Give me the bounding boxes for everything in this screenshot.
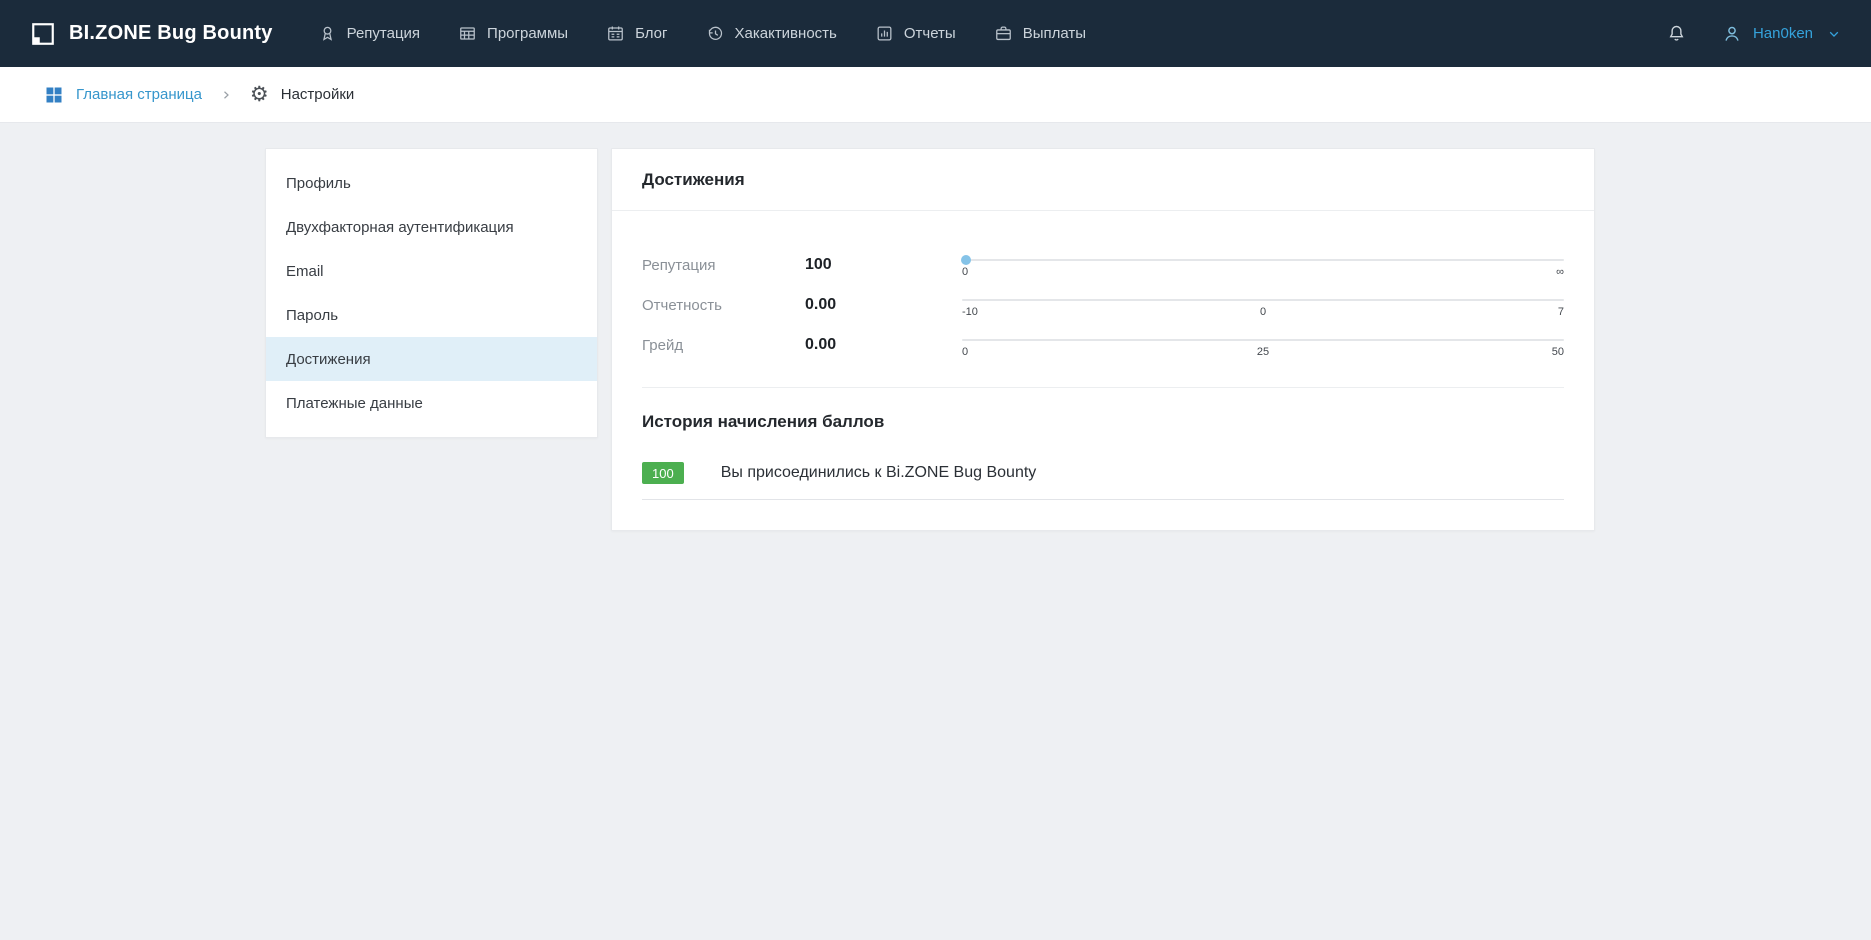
settings-nav-item-profile[interactable]: Профиль bbox=[266, 161, 597, 205]
hacktivity-icon bbox=[706, 24, 725, 43]
settings-nav-item-email[interactable]: Email bbox=[266, 249, 597, 293]
slider-scale: 0 ∞ bbox=[962, 266, 1564, 278]
nav-item-label: Репутация bbox=[347, 25, 420, 42]
settings-nav-item-label: Email bbox=[286, 263, 324, 280]
settings-nav-item-password[interactable]: Пароль bbox=[266, 293, 597, 337]
slider-track bbox=[962, 299, 1564, 301]
settings-nav-item-label: Пароль bbox=[286, 307, 338, 324]
nav-item-reports[interactable]: Отчеты bbox=[856, 0, 975, 67]
scale-max: ∞ bbox=[1556, 266, 1564, 278]
slider-scale: 0 25 50 bbox=[962, 346, 1564, 358]
scale-mid: 25 bbox=[1257, 346, 1269, 358]
home-grid-icon bbox=[44, 85, 64, 105]
settings-nav-item-label: Профиль bbox=[286, 175, 351, 192]
user-menu[interactable]: Han0ken bbox=[1721, 23, 1841, 45]
settings-nav-item-label: Платежные данные bbox=[286, 395, 423, 412]
metric-row-grade: Грейд 0.00 0 25 50 bbox=[642, 325, 1564, 365]
main-content: Профиль Двухфакторная аутентификация Ema… bbox=[0, 123, 1871, 531]
navbar-right: Han0ken bbox=[1662, 19, 1841, 48]
nav-item-label: Хакактивность bbox=[735, 25, 837, 42]
metric-value: 0.00 bbox=[805, 296, 962, 314]
gear-icon: ⚙ bbox=[250, 84, 269, 105]
reputation-slider: 0 ∞ bbox=[962, 253, 1564, 278]
scale-min: 0 bbox=[962, 346, 968, 358]
metric-row-reputation: Репутация 100 0 ∞ bbox=[642, 245, 1564, 285]
reporting-slider: -10 0 7 bbox=[962, 293, 1564, 318]
main-nav: Репутация Программы Блог bbox=[299, 0, 1105, 67]
points-history-section: История начисления баллов 100 Вы присоед… bbox=[642, 387, 1564, 500]
settings-nav-item-label: Достижения bbox=[286, 351, 371, 368]
chevron-down-icon bbox=[1827, 27, 1841, 41]
user-name: Han0ken bbox=[1753, 25, 1813, 42]
settings-nav-item-achievements[interactable]: Достижения bbox=[266, 337, 597, 381]
settings-nav-item-2fa[interactable]: Двухфакторная аутентификация bbox=[266, 205, 597, 249]
points-badge: 100 bbox=[642, 462, 684, 484]
history-entry: 100 Вы присоединились к Bi.ZONE Bug Boun… bbox=[642, 462, 1564, 500]
slider-track bbox=[962, 259, 1564, 261]
metric-value: 0.00 bbox=[805, 336, 962, 354]
nav-item-payouts[interactable]: Выплаты bbox=[975, 0, 1105, 67]
blog-icon bbox=[606, 24, 625, 43]
nav-item-programs[interactable]: Программы bbox=[439, 0, 587, 67]
breadcrumb-current-label: Настройки bbox=[281, 86, 355, 103]
slider-thumb[interactable] bbox=[961, 255, 971, 265]
slider-scale: -10 0 7 bbox=[962, 306, 1564, 318]
metric-row-reporting: Отчетность 0.00 -10 0 7 bbox=[642, 285, 1564, 325]
nav-item-blog[interactable]: Блог bbox=[587, 0, 686, 67]
programs-icon bbox=[458, 24, 477, 43]
scale-min: 0 bbox=[962, 266, 968, 278]
scale-mid: 0 bbox=[1260, 306, 1266, 318]
nav-item-hacktivity[interactable]: Хакактивность bbox=[687, 0, 856, 67]
nav-item-label: Отчеты bbox=[904, 25, 956, 42]
nav-item-label: Программы bbox=[487, 25, 568, 42]
breadcrumb-home-link[interactable]: Главная страница bbox=[44, 85, 202, 105]
achievements-body: Репутация 100 0 ∞ Отчетность 0.00 bbox=[612, 211, 1594, 530]
points-history-title: История начисления баллов bbox=[642, 412, 1564, 432]
nav-item-reputation[interactable]: Репутация bbox=[299, 0, 439, 67]
scale-max: 50 bbox=[1552, 346, 1564, 358]
bizone-logo-icon bbox=[30, 21, 56, 47]
top-navbar: BI.ZONE Bug Bounty Репутация Программы bbox=[0, 0, 1871, 67]
nav-item-label: Блог bbox=[635, 25, 667, 42]
slider-track bbox=[962, 339, 1564, 341]
metric-label: Грейд bbox=[642, 337, 805, 354]
settings-nav-item-label: Двухфакторная аутентификация bbox=[286, 219, 514, 236]
breadcrumb-home-label: Главная страница bbox=[76, 86, 202, 103]
history-entry-text: Вы присоединились к Bi.ZONE Bug Bounty bbox=[721, 464, 1037, 482]
chevron-right-icon bbox=[220, 89, 232, 101]
scale-min: -10 bbox=[962, 306, 978, 318]
metric-label: Репутация bbox=[642, 257, 805, 274]
settings-nav: Профиль Двухфакторная аутентификация Ema… bbox=[265, 148, 598, 438]
reputation-icon bbox=[318, 24, 337, 43]
achievements-card: Достижения Репутация 100 0 ∞ Отчет bbox=[611, 148, 1595, 531]
grade-slider: 0 25 50 bbox=[962, 333, 1564, 358]
brand[interactable]: BI.ZONE Bug Bounty bbox=[30, 21, 273, 47]
achievements-title: Достижения bbox=[612, 149, 1594, 211]
metric-label: Отчетность bbox=[642, 297, 805, 314]
settings-nav-item-payment-details[interactable]: Платежные данные bbox=[266, 381, 597, 425]
brand-name: BI.ZONE Bug Bounty bbox=[69, 22, 273, 45]
breadcrumb-current: ⚙ Настройки bbox=[250, 84, 354, 105]
payouts-icon bbox=[994, 24, 1013, 43]
breadcrumb: Главная страница ⚙ Настройки bbox=[0, 67, 1871, 123]
nav-item-label: Выплаты bbox=[1023, 25, 1086, 42]
user-icon bbox=[1721, 23, 1743, 45]
metric-value: 100 bbox=[805, 256, 962, 274]
reports-icon bbox=[875, 24, 894, 43]
scale-max: 7 bbox=[1558, 306, 1564, 318]
notifications-bell-icon[interactable] bbox=[1662, 19, 1691, 48]
